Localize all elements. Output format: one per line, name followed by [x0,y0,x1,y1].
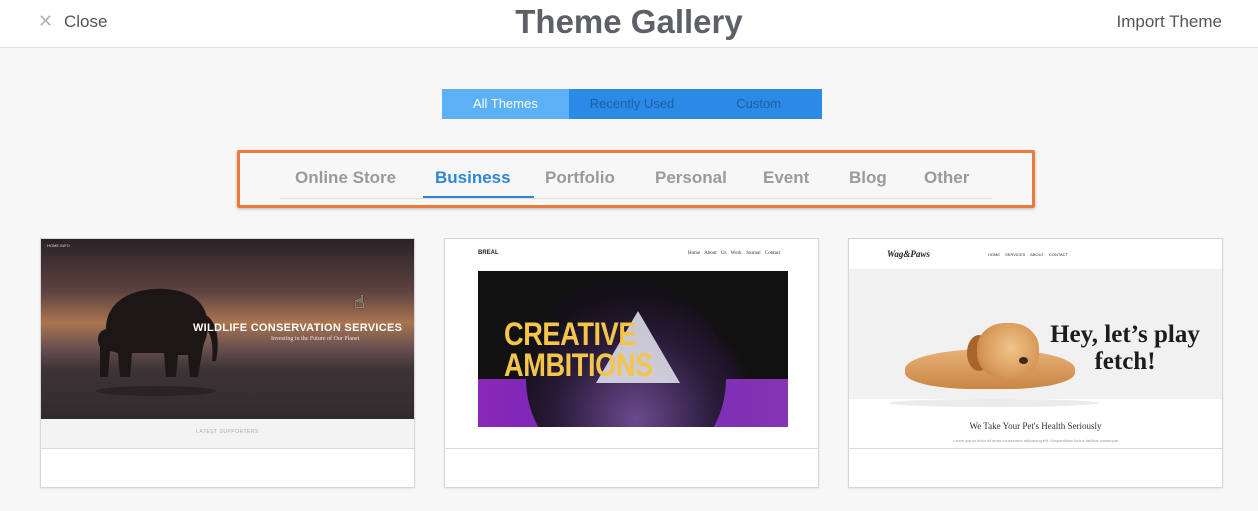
tab-custom[interactable]: Custom [695,89,823,119]
elephant-silhouette [96,288,218,396]
category-online-store[interactable]: Online Store [295,168,396,188]
page-title: Theme Gallery [515,3,743,40]
category-event[interactable]: Event [763,168,809,188]
theme-source-tabs: All Themes Recently Used Custom [442,89,823,119]
category-filter-bar: Online Store Business Portfolio Personal… [237,150,1035,208]
hand-pointer-icon: ☝ [354,292,365,313]
import-theme-button[interactable]: Import Theme [1116,12,1222,32]
tab-all-themes[interactable]: All Themes [442,89,569,119]
category-business[interactable]: Business [435,168,511,188]
thumb-nav: Home About Us Work Journal Contact [688,251,781,256]
category-personal[interactable]: Personal [655,168,727,188]
card-footer [41,449,414,487]
thumb-hero: Hey, let’s play fetch! [849,269,1222,407]
thumb-logo: Wag&Paws [887,249,930,259]
thumb-headline: Hey, let’s play fetch! [1050,321,1200,375]
theme-thumbnail: BREAL Home About Us Work Journal Contact… [445,239,818,449]
category-portfolio[interactable]: Portfolio [545,168,615,188]
category-active-underline [423,196,534,198]
category-divider [280,198,992,199]
thumb-nav: HOME INFO [47,243,70,248]
theme-thumbnail: Wag&Paws HOME SERVICES ABOUT CONTACT Hey… [849,239,1222,449]
top-bar: ✕ Close Theme Gallery Import Theme [0,0,1258,48]
thumb-nav: HOME SERVICES ABOUT CONTACT [988,252,1069,257]
tab-recently-used[interactable]: Recently Used [568,89,696,119]
category-blog[interactable]: Blog [849,168,887,188]
theme-card-wildlife[interactable]: HOME INFO WILDLIFE CONSERVATION SERVICES… [40,238,415,488]
theme-card-creative[interactable]: BREAL Home About Us Work Journal Contact… [444,238,819,488]
card-footer [445,449,818,487]
thumb-tagline: We Take Your Pet's Health Seriously [969,421,1102,431]
thumb-footer: LATEST SUPPORTERS [41,419,414,448]
thumb-subline: Investing in the Future of Our Planet [271,336,360,342]
thumb-headline: WILDLIFE CONSERVATION SERVICES [193,322,403,334]
theme-thumbnail: HOME INFO WILDLIFE CONSERVATION SERVICES… [41,239,414,449]
category-other[interactable]: Other [924,168,969,188]
thumb-hero-text: CREATIVE AMBITIONS [504,316,653,383]
thumb-logo: BREAL [478,250,499,256]
thumb-hero: CREATIVE AMBITIONS [478,271,788,427]
thumb-lorem: Lorem ipsum dolor sit amet consectetur a… [952,438,1119,443]
theme-card-wag-paws[interactable]: Wag&Paws HOME SERVICES ABOUT CONTACT Hey… [848,238,1223,488]
card-footer [849,449,1222,487]
